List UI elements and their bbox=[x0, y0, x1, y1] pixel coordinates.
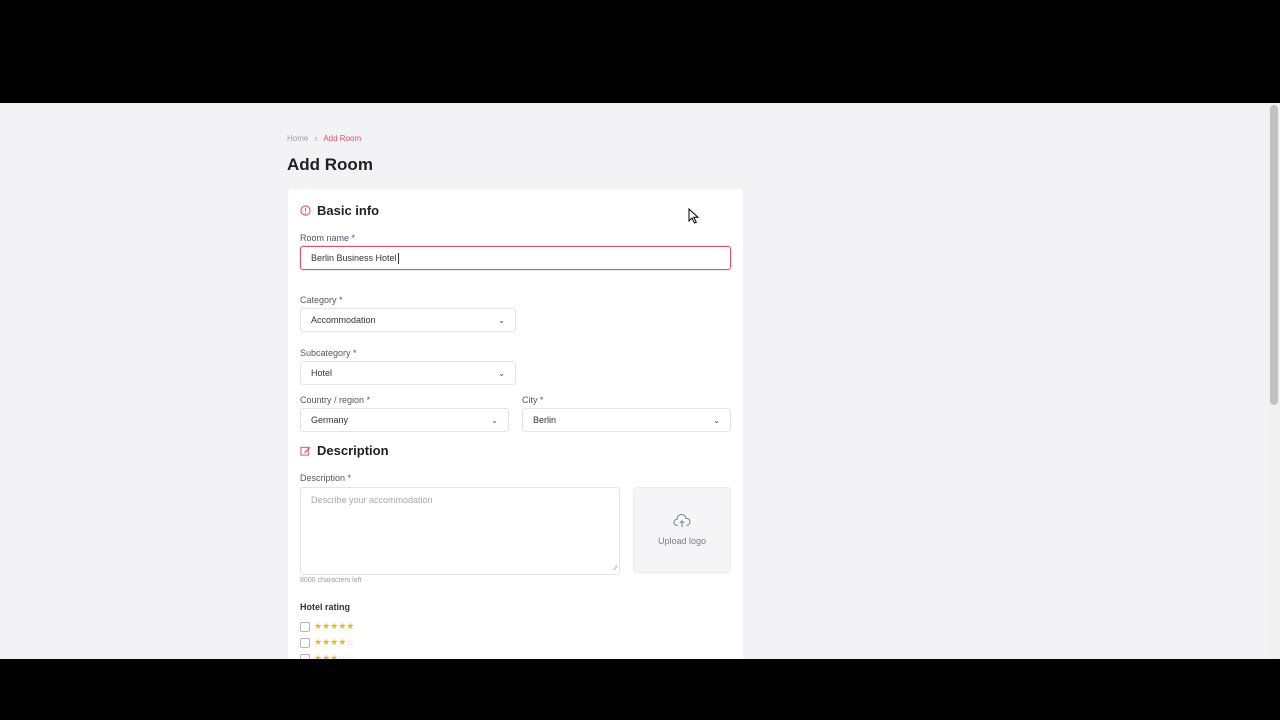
city-label: City * bbox=[522, 395, 544, 405]
breadcrumb-separator: › bbox=[314, 133, 318, 143]
description-heading: Description bbox=[300, 443, 389, 458]
chevron-down-icon: ⌄ bbox=[713, 415, 720, 425]
category-select[interactable]: Accommodation ⌄ bbox=[300, 308, 516, 332]
breadcrumb-current: Add Room bbox=[323, 133, 362, 143]
mouse-cursor-icon bbox=[688, 207, 700, 224]
rating-checkbox[interactable] bbox=[300, 653, 310, 659]
info-circle-icon bbox=[300, 205, 311, 216]
app-viewport: Home › Add Room Add Room Basic info Room… bbox=[0, 103, 1280, 659]
description-textarea[interactable]: Describe your accommodation ∕∕ bbox=[300, 487, 620, 575]
cloud-upload-icon bbox=[673, 513, 691, 530]
breadcrumb-home-link[interactable]: Home bbox=[287, 134, 308, 143]
edit-icon bbox=[300, 445, 311, 456]
chevron-down-icon: ⌄ bbox=[498, 315, 505, 325]
chevron-down-icon: ⌄ bbox=[498, 368, 505, 378]
upload-logo-label: Upload logo bbox=[657, 536, 707, 546]
page-scrollbar[interactable] bbox=[1268, 103, 1280, 659]
subcategory-select[interactable]: Hotel ⌄ bbox=[300, 361, 516, 385]
page-title: Add Room bbox=[287, 155, 373, 174]
basic-info-title: Basic info bbox=[317, 203, 380, 218]
basic-info-heading: Basic info bbox=[300, 203, 379, 218]
three-star-icon: ★★★☆☆ bbox=[314, 653, 355, 659]
rating-option-5[interactable]: ★★★★★ bbox=[300, 621, 354, 632]
city-select[interactable]: Berlin ⌄ bbox=[522, 408, 731, 432]
description-placeholder: Describe your accommodation bbox=[311, 495, 433, 505]
five-star-icon: ★★★★★ bbox=[314, 621, 355, 631]
country-select[interactable]: Germany ⌄ bbox=[300, 408, 509, 432]
four-star-icon: ★★★★☆ bbox=[314, 637, 355, 647]
form-card: Basic info Room name * Berlin Business H… bbox=[288, 189, 743, 659]
rating-option-4[interactable]: ★★★★☆ bbox=[300, 637, 354, 648]
rating-checkbox[interactable] bbox=[300, 621, 310, 632]
category-value: Accommodation bbox=[311, 315, 376, 325]
rating-checkbox[interactable] bbox=[300, 637, 310, 648]
resize-handle-icon[interactable]: ∕∕ bbox=[615, 565, 617, 572]
breadcrumb: Home › Add Room bbox=[287, 133, 361, 143]
upload-logo-button[interactable]: Upload logo bbox=[633, 487, 731, 573]
chevron-down-icon: ⌄ bbox=[491, 415, 498, 425]
room-name-input[interactable]: Berlin Business Hotel bbox=[300, 246, 731, 270]
room-name-label: Room name * bbox=[300, 233, 356, 243]
room-name-value: Berlin Business Hotel bbox=[311, 253, 397, 263]
rating-option-3[interactable]: ★★★☆☆ bbox=[300, 653, 354, 659]
description-label: Description * bbox=[300, 473, 352, 483]
country-label: Country / region * bbox=[300, 395, 371, 405]
scrollbar-thumb[interactable] bbox=[1270, 105, 1278, 405]
characters-left-counter: 8000 characters left bbox=[300, 577, 362, 584]
category-label: Category * bbox=[300, 295, 343, 305]
subcategory-label: Subcategory * bbox=[300, 348, 357, 358]
text-caret bbox=[397, 252, 399, 264]
country-value: Germany bbox=[311, 415, 349, 425]
description-title: Description bbox=[317, 443, 389, 458]
subcategory-value: Hotel bbox=[311, 368, 333, 378]
city-value: Berlin bbox=[533, 415, 557, 425]
hotel-rating-label: Hotel rating bbox=[300, 602, 351, 612]
